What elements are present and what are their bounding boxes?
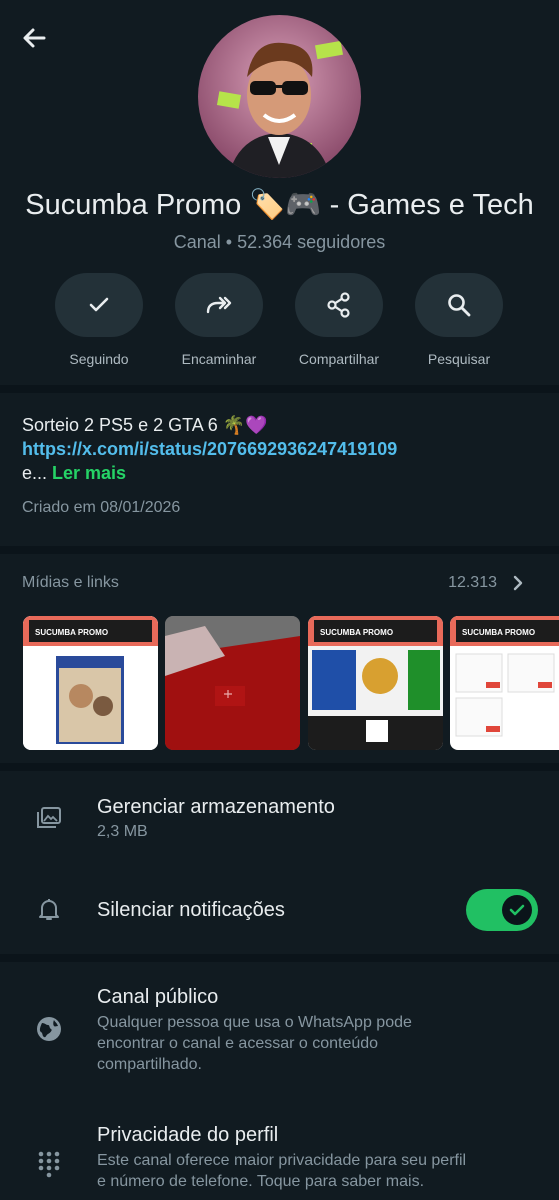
thumb-brand-label: SUCUMBA PROMO xyxy=(462,628,535,637)
chevron-right-icon[interactable] xyxy=(509,574,527,592)
following-label: Seguindo xyxy=(69,351,129,367)
profile-privacy-row[interactable]: Privacidade do perfil Este canal oferece… xyxy=(0,1092,559,1200)
toggle-knob xyxy=(502,895,532,925)
manage-storage-row[interactable]: Gerenciar armazenamento 2,3 MB xyxy=(0,771,559,867)
search-label: Pesquisar xyxy=(427,351,491,367)
thumb-brand-label: SUCUMBA PROMO xyxy=(320,628,393,637)
channel-name: Sucumba Promo 🏷️🎮 - Games e Tech xyxy=(25,189,534,221)
channel-avatar[interactable] xyxy=(198,15,361,178)
storage-icon xyxy=(37,807,61,828)
ellipsis-text: e... xyxy=(22,463,53,483)
media-thumbnail[interactable] xyxy=(165,616,300,750)
channel-description: Sorteio 2 PS5 e 2 GTA 6 🌴💜 https://x.com… xyxy=(0,393,559,546)
share-label: Compartilhar xyxy=(298,351,380,367)
description-text: Sorteio 2 PS5 e 2 GTA 6 🌴💜 xyxy=(22,415,268,435)
mute-title: Silenciar notificações xyxy=(97,899,285,921)
thumb-brand-label: SUCUMBA PROMO xyxy=(35,628,108,637)
search-action[interactable]: Pesquisar xyxy=(399,273,519,373)
media-thumbnail[interactable]: SUCUMBA PROMO xyxy=(308,616,443,750)
profile-privacy-title: Privacidade do perfil xyxy=(97,1124,279,1146)
share-action[interactable]: Compartilhar xyxy=(279,273,399,373)
check-icon xyxy=(509,904,525,916)
back-arrow-icon[interactable] xyxy=(18,22,50,54)
forward-action[interactable]: Encaminhar xyxy=(159,273,279,373)
public-channel-desc: Qualquer pessoa que usa o WhatsApp pode … xyxy=(97,1014,412,1073)
channel-header: Sucumba Promo 🏷️🎮 - Games e Tech Canal •… xyxy=(0,0,559,385)
share-button[interactable] xyxy=(295,273,383,337)
media-thumbnail[interactable]: SUCUMBA PROMO xyxy=(450,616,559,750)
search-icon xyxy=(448,294,471,317)
bell-icon xyxy=(39,899,59,920)
mute-toggle[interactable] xyxy=(466,889,538,931)
following-action[interactable]: Seguindo xyxy=(39,273,159,373)
media-count[interactable]: 12.313 xyxy=(448,574,497,592)
following-button[interactable] xyxy=(55,273,143,337)
forward-button[interactable] xyxy=(175,273,263,337)
share-icon xyxy=(327,292,350,318)
forward-label: Encaminhar xyxy=(181,351,257,367)
settings-group-2: Canal público Qualquer pessoa que usa o … xyxy=(0,962,559,1200)
read-more-link[interactable]: Ler mais xyxy=(52,463,126,483)
public-channel-row[interactable]: Canal público Qualquer pessoa que usa o … xyxy=(0,962,559,1092)
check-icon xyxy=(89,297,109,312)
settings-group-1: Gerenciar armazenamento 2,3 MB Silenciar… xyxy=(0,771,559,954)
storage-title: Gerenciar armazenamento xyxy=(97,796,335,818)
public-channel-title: Canal público xyxy=(97,986,219,1008)
channel-followers: Canal • 52.364 seguidores xyxy=(173,232,386,252)
created-date: Criado em 08/01/2026 xyxy=(22,499,181,516)
dialpad-icon xyxy=(38,1151,60,1178)
globe-icon xyxy=(37,1017,61,1041)
forward-icon xyxy=(206,296,232,314)
profile-privacy-desc: Este canal oferece maior privacidade par… xyxy=(97,1152,467,1190)
media-thumbnail[interactable]: SUCUMBA PROMO xyxy=(23,616,158,750)
search-button[interactable] xyxy=(415,273,503,337)
description-link[interactable]: https://x.com/i/status/20766929362474191… xyxy=(22,437,537,461)
description-ellipsis: e... Ler mais xyxy=(22,461,537,485)
storage-size: 2,3 MB xyxy=(97,823,148,840)
media-header[interactable]: Mídias e links xyxy=(22,574,119,592)
media-section: Mídias e links 12.313 SUCUMBA PROMO SUCU… xyxy=(0,554,559,763)
